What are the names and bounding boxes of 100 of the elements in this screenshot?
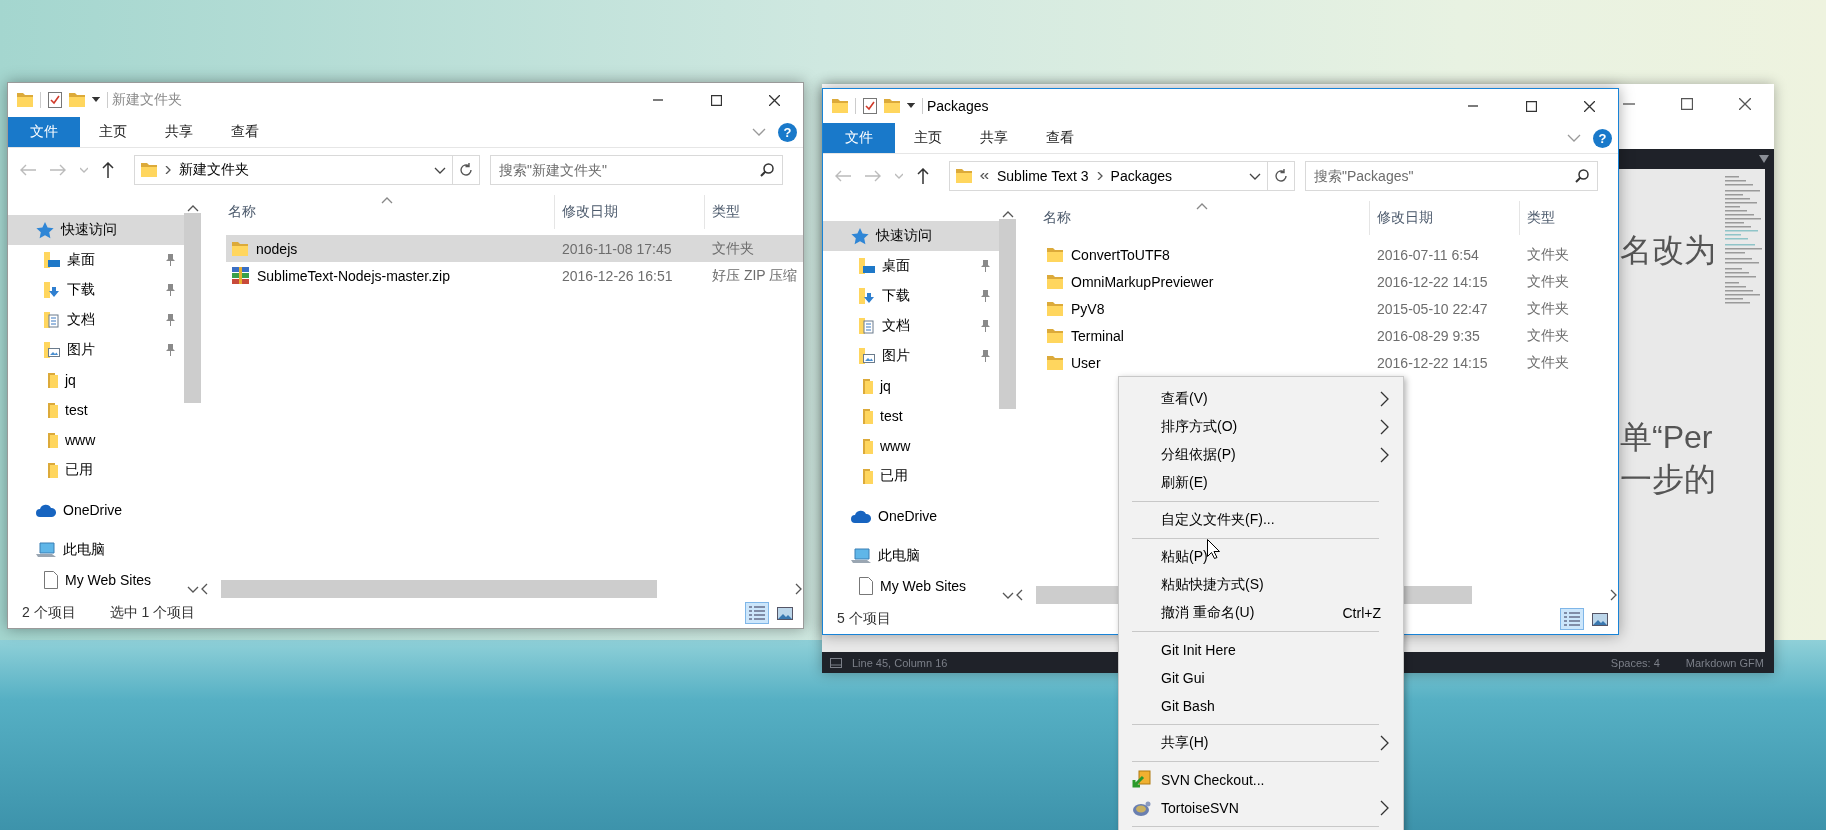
nav-item[interactable]: OneDrive bbox=[823, 501, 999, 531]
menu-item[interactable]: Git Gui bbox=[1119, 664, 1403, 692]
breadcrumb-item[interactable]: Sublime Text 3 bbox=[997, 168, 1089, 184]
menu-item[interactable]: 分组依据(P) bbox=[1119, 441, 1403, 469]
nav-item[interactable]: 文档 bbox=[8, 305, 184, 335]
file-row[interactable]: ConvertToUTF8 2016-07-11 6:54 文件夹 bbox=[1041, 241, 1618, 268]
column-header[interactable]: 类型 bbox=[704, 195, 803, 229]
file-menu-tab[interactable]: 文件 bbox=[823, 123, 895, 153]
nav-item[interactable]: 桌面 bbox=[8, 245, 184, 275]
file-row[interactable]: User 2016-12-22 14:15 文件夹 bbox=[1041, 349, 1618, 376]
menu-item[interactable]: 粘贴(P) bbox=[1119, 543, 1403, 571]
menu-item[interactable]: 共享(H) bbox=[1119, 729, 1403, 757]
column-header[interactable]: 名称 bbox=[201, 195, 554, 229]
nav-item[interactable]: 此电脑 bbox=[8, 535, 184, 565]
chevron-right-icon bbox=[1380, 391, 1389, 407]
menu-item[interactable]: SVN Checkout... bbox=[1119, 766, 1403, 794]
nav-item[interactable]: My Web Sites bbox=[823, 571, 999, 601]
nav-item[interactable]: 此电脑 bbox=[823, 541, 999, 571]
ribbon-tab[interactable]: 查看 bbox=[1027, 123, 1093, 153]
ribbon-tab[interactable]: 主页 bbox=[80, 117, 146, 147]
scroll-down-icon bbox=[186, 586, 199, 594]
nav-item[interactable]: 快速访问 bbox=[8, 215, 184, 245]
menu-item[interactable]: TortoiseSVN bbox=[1119, 794, 1403, 822]
nav-item[interactable]: 桌面 bbox=[823, 251, 999, 281]
caret-icon[interactable] bbox=[92, 97, 100, 103]
menu-item[interactable]: 刷新(E) bbox=[1119, 469, 1403, 497]
nav-item[interactable]: jq bbox=[8, 365, 184, 395]
picture-folder-icon bbox=[44, 342, 60, 358]
column-header[interactable]: 类型 bbox=[1519, 201, 1618, 235]
menu-item[interactable]: 排序方式(O) bbox=[1119, 413, 1403, 441]
help-button[interactable]: ? bbox=[1593, 128, 1612, 148]
nav-item[interactable]: 图片 bbox=[823, 341, 999, 371]
ribbon-tab[interactable]: 查看 bbox=[212, 117, 278, 147]
up-arrow-icon[interactable] bbox=[102, 162, 114, 178]
nav-item[interactable]: www bbox=[8, 425, 184, 455]
properties-icon[interactable] bbox=[863, 98, 877, 114]
column-header[interactable]: 名称 bbox=[1016, 201, 1369, 235]
nav-item[interactable]: www bbox=[823, 431, 999, 461]
menu-item[interactable]: 粘贴快捷方式(S) bbox=[1119, 571, 1403, 599]
file-name: ConvertToUTF8 bbox=[1071, 246, 1170, 263]
nav-item[interactable]: 图片 bbox=[8, 335, 184, 365]
search-field[interactable]: 搜索"新建文件夹" bbox=[490, 155, 783, 185]
panel-icon[interactable] bbox=[830, 657, 842, 668]
file-row[interactable]: PyV8 2015-05-10 22:47 文件夹 bbox=[1041, 295, 1618, 322]
refresh-button[interactable] bbox=[1268, 161, 1295, 191]
nav-item[interactable]: test bbox=[8, 395, 184, 425]
up-arrow-icon[interactable] bbox=[917, 168, 929, 184]
refresh-button[interactable] bbox=[453, 155, 480, 185]
nav-item[interactable]: jq bbox=[823, 371, 999, 401]
breadcrumb-item[interactable]: Packages bbox=[1110, 168, 1173, 184]
file-icon bbox=[44, 571, 58, 589]
maximize-icon bbox=[1681, 98, 1693, 110]
pin-icon bbox=[980, 320, 991, 332]
scroll-left-icon bbox=[1016, 589, 1024, 601]
ribbon-tab[interactable]: 共享 bbox=[146, 117, 212, 147]
nav-item[interactable]: 已用 bbox=[823, 461, 999, 491]
caret-icon[interactable] bbox=[907, 103, 915, 109]
nav-item[interactable]: 下载 bbox=[8, 275, 184, 305]
scrollbar-thumb[interactable] bbox=[184, 213, 201, 403]
folder-icon bbox=[832, 99, 848, 113]
chevron-down-icon bbox=[1249, 172, 1261, 180]
document-folder-icon bbox=[859, 318, 875, 334]
indentation-setting[interactable]: Spaces: 4 bbox=[1610, 656, 1660, 669]
nav-item[interactable]: My Web Sites bbox=[8, 565, 184, 595]
menu-item[interactable]: 查看(V) bbox=[1119, 385, 1403, 413]
chevron-down-icon bbox=[80, 167, 88, 173]
search-field[interactable]: 搜索"Packages" bbox=[1305, 161, 1598, 191]
file-menu-tab[interactable]: 文件 bbox=[8, 117, 80, 147]
nav-item[interactable]: OneDrive bbox=[8, 495, 184, 525]
chevron-down-icon bbox=[1567, 133, 1581, 143]
help-button[interactable]: ? bbox=[778, 122, 797, 142]
nav-item[interactable]: 文档 bbox=[823, 311, 999, 341]
ribbon-tab[interactable]: 共享 bbox=[961, 123, 1027, 153]
scrollbar-thumb[interactable] bbox=[221, 580, 657, 598]
pin-icon bbox=[980, 290, 991, 302]
menu-item[interactable]: Git Bash bbox=[1119, 692, 1403, 720]
file-row[interactable]: OmniMarkupPreviewer 2016-12-22 14:15 文件夹 bbox=[1041, 268, 1618, 295]
nav-item[interactable]: 快速访问 bbox=[823, 221, 999, 251]
scroll-right-icon bbox=[1610, 589, 1618, 601]
nav-item[interactable]: 下载 bbox=[823, 281, 999, 311]
file-row[interactable]: Terminal 2016-08-29 9:35 文件夹 bbox=[1041, 322, 1618, 349]
scrollbar-thumb[interactable] bbox=[999, 219, 1016, 409]
column-header[interactable]: 修改日期 bbox=[554, 195, 704, 229]
breadcrumb-item[interactable]: 新建文件夹 bbox=[179, 161, 249, 179]
dropdown-triangle-icon[interactable] bbox=[1759, 155, 1769, 163]
menu-item[interactable]: 自定义文件夹(F)... bbox=[1119, 506, 1403, 534]
nav-item[interactable]: 已用 bbox=[8, 455, 184, 485]
syntax-setting[interactable]: Markdown GFM bbox=[1685, 656, 1764, 669]
ribbon-tab[interactable]: 主页 bbox=[895, 123, 961, 153]
file-type: 文件夹 bbox=[1526, 353, 1570, 372]
address-bar[interactable]: 新建文件夹 bbox=[134, 155, 453, 185]
menu-item[interactable]: 撤消 重命名(U) Ctrl+Z bbox=[1119, 599, 1403, 627]
computer-icon bbox=[36, 542, 56, 558]
properties-icon[interactable] bbox=[48, 92, 62, 108]
menu-item[interactable]: Git Init Here bbox=[1119, 636, 1403, 664]
file-row[interactable]: SublimeText-Nodejs-master.zip 2016-12-26 16:51 好压 ZIP 压缩 bbox=[226, 262, 803, 289]
column-header[interactable]: 修改日期 bbox=[1369, 201, 1519, 235]
nav-item[interactable]: test bbox=[823, 401, 999, 431]
address-bar[interactable]: Sublime Text 3 Packages bbox=[949, 161, 1268, 191]
file-row[interactable]: nodejs 2016-11-08 17:45 文件夹 bbox=[226, 235, 803, 262]
